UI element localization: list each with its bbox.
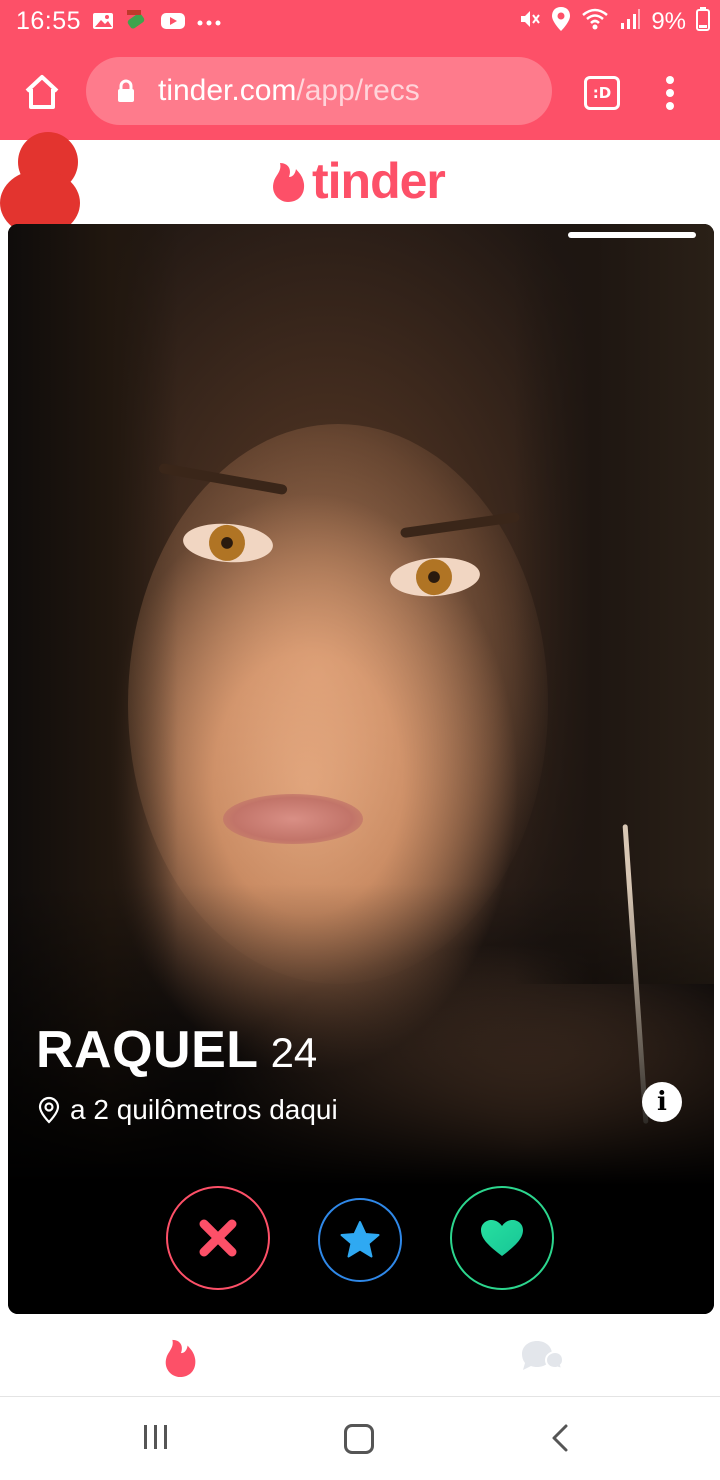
- android-home-button[interactable]: [344, 1424, 374, 1454]
- flame-icon: [165, 1339, 196, 1378]
- distance-text: a 2 quilômetros daqui: [70, 1094, 338, 1125]
- location-icon: [551, 6, 571, 37]
- back-chevron-icon: [552, 1424, 568, 1452]
- menu-dot: [666, 102, 674, 110]
- profile-name: RAQUEL: [36, 1021, 259, 1079]
- profile-age: 24: [270, 1029, 318, 1076]
- chat-bubbles-icon: [522, 1341, 565, 1371]
- heart-icon: [481, 1220, 523, 1256]
- recents-button[interactable]: [144, 1425, 167, 1449]
- menu-dot: [666, 89, 674, 97]
- nav-recs-tab[interactable]: [162, 1336, 198, 1383]
- browser-menu-button[interactable]: [662, 76, 678, 112]
- url-path: /app/recs: [296, 74, 420, 107]
- browser-toolbar: tinder.com/app/recs :D: [0, 42, 720, 140]
- app-bottom-nav: [0, 1318, 720, 1397]
- android-navigation-bar: [0, 1397, 720, 1480]
- back-button[interactable]: [548, 1423, 572, 1458]
- profile-name-age: RAQUEL 24: [36, 1020, 317, 1080]
- home-icon: [25, 75, 59, 109]
- super-like-button[interactable]: [318, 1198, 402, 1282]
- browser-home-button[interactable]: [22, 72, 62, 112]
- flame-logo-icon: [273, 163, 305, 202]
- status-bar: 16:55 9%: [0, 0, 720, 42]
- star-icon: [340, 1221, 380, 1258]
- battery-percent: 9%: [651, 7, 686, 35]
- url-text: tinder.com/app/recs: [158, 74, 420, 108]
- like-button[interactable]: [450, 1186, 554, 1290]
- profile-distance: a 2 quilômetros daqui: [38, 1094, 338, 1126]
- photo-progress-bar: [568, 232, 696, 238]
- status-time: 16:55: [16, 7, 82, 35]
- profile-info-button[interactable]: i: [642, 1082, 682, 1122]
- logo-text: tinder: [312, 153, 446, 209]
- location-pin-icon: [38, 1096, 60, 1124]
- close-icon: [199, 1219, 237, 1257]
- tab-switcher-button[interactable]: :D: [584, 76, 620, 110]
- youtube-icon: [160, 11, 186, 36]
- fake-gps-icon: [124, 8, 150, 39]
- profile-card[interactable]: RAQUEL 24 a 2 quilômetros daqui i: [8, 224, 714, 1314]
- nope-button[interactable]: [166, 1186, 270, 1290]
- redacted-avatar[interactable]: [0, 130, 82, 238]
- lock-icon: [116, 79, 136, 108]
- url-bar[interactable]: tinder.com/app/recs: [86, 57, 552, 125]
- wifi-icon: [581, 7, 609, 36]
- more-dots-icon: [196, 15, 222, 33]
- url-host: tinder.com: [158, 74, 297, 107]
- image-icon: [92, 11, 114, 36]
- nav-messages-tab[interactable]: [518, 1338, 565, 1381]
- mute-icon: [517, 7, 541, 36]
- tinder-logo[interactable]: tinder: [270, 153, 446, 209]
- signal-icon: [619, 7, 641, 36]
- battery-icon: [696, 7, 710, 36]
- menu-dot: [666, 76, 674, 84]
